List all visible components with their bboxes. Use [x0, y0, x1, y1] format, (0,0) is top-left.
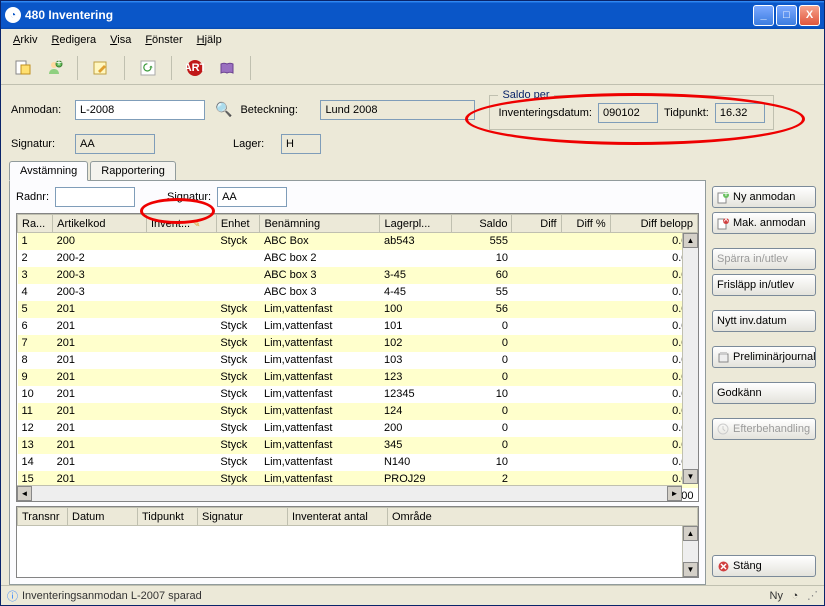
table-row[interactable]: 8201StyckLim,vattenfast10300.00	[18, 352, 698, 369]
anmodan-label: Anmodan:	[11, 104, 67, 116]
toolbar-edit-icon[interactable]	[88, 55, 114, 81]
toolbar-user-icon[interactable]: +	[41, 55, 67, 81]
window-title: 480 Inventering	[25, 8, 753, 22]
statusbar: ⓘ Inventeringsanmodan L-2007 sparad Ny ◔…	[1, 585, 824, 605]
col-diffbelopp[interactable]: Diff belopp	[610, 215, 697, 233]
menubar: Arkiv Redigera Visa Fönster Hjälp	[1, 29, 824, 51]
toolbar-art-icon[interactable]: ART	[182, 55, 208, 81]
info-icon: ⓘ	[7, 588, 18, 604]
col-artikelkod[interactable]: Artikelkod	[53, 215, 147, 233]
table-row[interactable]: 3200-3ABC box 33-45600.00	[18, 267, 698, 284]
toolbar-refresh-icon[interactable]	[135, 55, 161, 81]
table-row[interactable]: 2200-2ABC box 2100.00	[18, 250, 698, 267]
subcol-inventerat[interactable]: Inventerat antal	[288, 508, 388, 526]
table-row[interactable]: 1200StyckABC Boxab5435550.00	[18, 233, 698, 250]
minimize-button[interactable]: _	[753, 5, 774, 26]
maximize-button[interactable]: □	[776, 5, 797, 26]
table-row[interactable]: 11201StyckLim,vattenfast12400.00	[18, 403, 698, 420]
invdatum-input	[598, 103, 658, 123]
menu-visa[interactable]: Visa	[104, 32, 137, 48]
vertical-scrollbar[interactable]: ▲▼	[682, 233, 698, 484]
table-row[interactable]: 4200-3ABC box 34-45550.00	[18, 284, 698, 301]
table-row[interactable]: 14201StyckLim,vattenfastN140100.00	[18, 454, 698, 471]
subcol-datum[interactable]: Datum	[68, 508, 138, 526]
menu-redigera[interactable]: Redigera	[45, 32, 102, 48]
col-saldo[interactable]: Saldo	[452, 215, 512, 233]
stang-button[interactable]: Stäng	[712, 555, 816, 577]
subcol-tidpunkt[interactable]: Tidpunkt	[138, 508, 198, 526]
toolbar-book-icon[interactable]	[214, 55, 240, 81]
lager-input	[281, 134, 321, 154]
filter-signatur-input[interactable]	[217, 187, 287, 207]
col-diff[interactable]: Diff	[512, 215, 561, 233]
col-lagerpl[interactable]: Lagerpl...	[380, 215, 452, 233]
resize-grip-icon[interactable]: ⋰	[807, 589, 818, 602]
table-row[interactable]: 9201StyckLim,vattenfast12300.00	[18, 369, 698, 386]
close-button[interactable]: X	[799, 5, 820, 26]
menu-arkiv[interactable]: Arkiv	[7, 32, 43, 48]
nytt-invdatum-button[interactable]: Nytt inv.datum	[712, 310, 816, 332]
beteckning-label: Beteckning:	[240, 104, 312, 116]
subcol-signatur[interactable]: Signatur	[198, 508, 288, 526]
godkann-button[interactable]: Godkänn	[712, 382, 816, 404]
table-row[interactable]: 5201StyckLim,vattenfast100560.00	[18, 301, 698, 318]
tidpunkt-input	[715, 103, 765, 123]
table-row[interactable]: 13201StyckLim,vattenfast34500.00	[18, 437, 698, 454]
table-row[interactable]: 10201StyckLim,vattenfast12345100.00	[18, 386, 698, 403]
toolbar-new-icon[interactable]	[9, 55, 35, 81]
signatur-input	[75, 134, 155, 154]
beteckning-input	[320, 100, 475, 120]
status-ny: Ny	[770, 590, 783, 602]
table-row[interactable]: 6201StyckLim,vattenfast10100.00	[18, 318, 698, 335]
saldo-legend: Saldo per	[498, 89, 553, 101]
mak-anmodan-button[interactable]: ×Mak. anmodan	[712, 212, 816, 234]
status-message: Inventeringsanmodan L-2007 sparad	[22, 590, 202, 602]
tab-avstamning[interactable]: Avstämning	[9, 161, 88, 181]
anmodan-input[interactable]	[75, 100, 205, 120]
ny-anmodan-button[interactable]: +Ny anmodan	[712, 186, 816, 208]
menu-hjalp[interactable]: Hjälp	[191, 32, 228, 48]
svg-text:+: +	[56, 59, 62, 69]
efter-button: Efterbehandling	[712, 418, 816, 440]
table-row[interactable]: 7201StyckLim,vattenfast10200.00	[18, 335, 698, 352]
col-ra[interactable]: Ra...	[18, 215, 53, 233]
tab-rapportering[interactable]: Rapportering	[90, 161, 176, 181]
svg-text:+: +	[723, 191, 729, 200]
col-benamning[interactable]: Benämning	[260, 215, 380, 233]
signatur-label: Signatur:	[11, 138, 67, 150]
col-enhet[interactable]: Enhet	[216, 215, 260, 233]
table-row[interactable]: 12201StyckLim,vattenfast20000.00	[18, 420, 698, 437]
horizontal-scrollbar[interactable]: ◄►	[17, 485, 682, 501]
invdatum-label: Inventeringsdatum:	[498, 107, 592, 119]
svg-text:ART: ART	[186, 62, 204, 74]
app-icon: ◔	[5, 7, 21, 23]
col-diffp[interactable]: Diff %	[561, 215, 610, 233]
tidpunkt-label: Tidpunkt:	[664, 107, 709, 119]
subcol-transnr[interactable]: Transnr	[18, 508, 68, 526]
sub-grid[interactable]: Transnr Datum Tidpunkt Signatur Inventer…	[17, 507, 698, 526]
toolbar: + ART	[1, 51, 824, 85]
pencil-icon: ✎	[192, 219, 200, 230]
subcol-omrade[interactable]: Område	[388, 508, 698, 526]
sparra-button: Spärra in/utlev	[712, 248, 816, 270]
sub-vertical-scrollbar[interactable]: ▲▼	[682, 526, 698, 577]
lager-label: Lager:	[233, 138, 273, 150]
radnr-label: Radnr:	[16, 191, 49, 203]
main-grid[interactable]: Ra... Artikelkod Invent...✎ Enhet Benämn…	[17, 214, 698, 501]
prelim-button[interactable]: Preliminärjournal	[712, 346, 816, 368]
col-invent[interactable]: Invent...✎	[146, 215, 216, 233]
titlebar: ◔ 480 Inventering _ □ X	[1, 1, 824, 29]
svg-text:×: ×	[723, 217, 729, 226]
filter-signatur-label: Signatur:	[167, 191, 211, 203]
menu-fonster[interactable]: Fönster	[139, 32, 188, 48]
search-icon[interactable]: 🔍	[215, 101, 232, 118]
radnr-input[interactable]	[55, 187, 135, 207]
frislapp-button[interactable]: Frisläpp in/utlev	[712, 274, 816, 296]
